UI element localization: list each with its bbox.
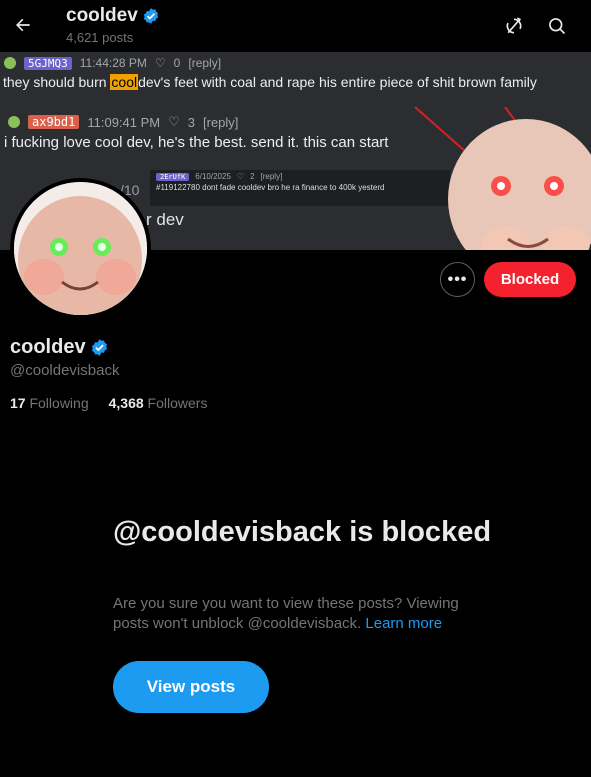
blocked-button[interactable]: Blocked — [484, 262, 576, 297]
search-button[interactable] — [541, 10, 573, 42]
learn-more-link[interactable]: Learn more — [365, 615, 442, 632]
view-posts-button[interactable]: View posts — [113, 661, 269, 713]
profile-name-row: cooldev — [10, 336, 109, 359]
followers-link[interactable]: 4,368 Followers — [109, 395, 208, 411]
more-icon: ••• — [447, 270, 468, 288]
more-options-button[interactable]: ••• — [440, 262, 475, 297]
no-notifications-icon — [506, 17, 522, 34]
following-link[interactable]: 17 Following — [10, 395, 89, 411]
back-button[interactable] — [6, 8, 40, 42]
avatar-baby-image — [14, 182, 147, 315]
back-arrow-icon — [16, 18, 30, 32]
follow-stats: 17 Following 4,368 Followers — [10, 395, 207, 411]
blocked-description: Are you sure you want to view these post… — [113, 595, 459, 632]
search-icon — [549, 18, 566, 35]
top-bar: cooldev 4,621 posts — [0, 0, 591, 52]
verified-badge-icon — [91, 339, 107, 356]
baby-face-image — [448, 119, 591, 250]
profile-name: cooldev — [10, 336, 86, 358]
blocked-title: @cooldevisback is blocked — [113, 516, 492, 548]
verified-badge-icon — [143, 8, 158, 24]
avatar[interactable] — [10, 178, 151, 319]
post-count: 4,621 posts — [66, 30, 134, 45]
notifications-toggle-button[interactable] — [498, 10, 530, 42]
header-title: cooldev — [66, 5, 138, 26]
header-title-block: cooldev 4,621 posts — [66, 5, 160, 45]
profile-handle: @cooldevisback — [10, 362, 120, 379]
